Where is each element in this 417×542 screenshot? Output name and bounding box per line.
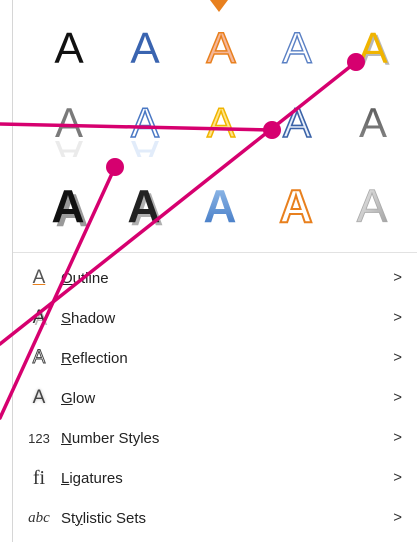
letter-a-blue-reflection-icon: A A: [130, 98, 160, 157]
svg-text:A: A: [54, 24, 84, 72]
chevron-right-icon: >: [393, 269, 402, 286]
gallery-item-black-3d[interactable]: A A: [31, 172, 107, 242]
text-effects-panel: A A A A A A A A A A A A A A A A A A A A …: [12, 0, 417, 542]
letter-a-gold-icon: A A: [358, 24, 390, 72]
ligatures-icon: fi: [32, 466, 46, 489]
menu-item-reflection[interactable]: A Reflection >: [13, 338, 417, 378]
stylistic-sets-icon: abc: [28, 509, 50, 526]
gallery-row-3: A A A A A A A: [31, 172, 411, 242]
reflection-icon: A: [32, 347, 46, 369]
gallery-item-yellow-glow[interactable]: A: [183, 92, 259, 162]
svg-text:A: A: [51, 180, 84, 232]
gallery-item-blue[interactable]: A: [107, 12, 183, 82]
svg-text:A: A: [203, 180, 236, 232]
letter-a-orange-icon: A: [206, 23, 238, 72]
menu-label-reflection: Reflection: [61, 349, 128, 367]
svg-text:A: A: [55, 132, 83, 157]
gallery-item-orange-outline-fill[interactable]: A: [183, 12, 259, 82]
chevron-right-icon: >: [393, 349, 402, 366]
gallery-item-black[interactable]: A: [31, 12, 107, 82]
letter-a-yellow-icon: A: [206, 98, 236, 147]
menu-item-ligatures[interactable]: fi Ligatures >: [13, 458, 417, 498]
menu-item-stylistic-sets[interactable]: abc Stylistic Sets >: [13, 498, 417, 538]
gallery-item-blue-outline[interactable]: A: [259, 12, 335, 82]
svg-text:A: A: [127, 180, 160, 232]
menu-item-glow[interactable]: A Glow >: [13, 378, 417, 418]
gallery-item-silver[interactable]: A: [335, 172, 411, 242]
svg-text:A: A: [131, 132, 159, 157]
menu-label-ligatures: Ligatures: [61, 469, 123, 487]
text-effects-gallery: A A A A A A A A A A A A A A A A A A A A: [13, 0, 417, 252]
chevron-right-icon: >: [393, 469, 402, 486]
svg-text:A: A: [283, 99, 311, 146]
letter-a-gray-gradient-icon: A: [359, 99, 387, 146]
svg-text:A: A: [357, 180, 388, 232]
svg-text:A: A: [282, 24, 312, 72]
gallery-item-black-shadow[interactable]: A A: [107, 172, 183, 242]
shadow-icon: A: [32, 307, 46, 328]
menu-label-stylistic-sets: Stylistic Sets: [61, 509, 147, 527]
letter-a-black-icon: A: [54, 24, 84, 72]
outline-icon: A: [32, 267, 46, 288]
glow-icon: A: [32, 387, 46, 408]
gallery-item-gray-reflection[interactable]: A A: [31, 92, 107, 162]
chevron-right-icon: >: [393, 509, 402, 526]
chevron-right-icon: >: [393, 389, 402, 406]
gallery-item-gold-shadow[interactable]: A A: [335, 12, 411, 82]
gallery-item-blue-bevel[interactable]: A: [259, 92, 335, 162]
menu-label-glow: Glow: [61, 389, 96, 407]
gallery-divider: [13, 252, 417, 253]
menu-label-outline: Outline: [61, 269, 109, 287]
menu-label-shadow: Shadow: [61, 309, 116, 327]
chevron-right-icon: >: [393, 429, 402, 446]
svg-text:A: A: [206, 24, 236, 72]
svg-text:A: A: [279, 180, 312, 232]
svg-text:A: A: [130, 24, 160, 72]
gallery-item-blue-3d[interactable]: A: [183, 172, 259, 242]
svg-text:A: A: [358, 24, 388, 72]
letter-a-blue-bevel-icon: A: [282, 98, 312, 147]
letter-a-orange-outline-icon: A: [278, 180, 313, 233]
letter-a-gray-icon: A A: [55, 99, 83, 157]
menu-item-outline[interactable]: A Outline >: [13, 258, 417, 298]
gallery-row-1: A A A A A A: [31, 12, 411, 82]
gallery-row-2: A A A A A A A: [31, 92, 411, 162]
letter-a-blue-3d-icon: A: [203, 180, 236, 232]
gallery-item-blue-reflection[interactable]: A A: [107, 92, 183, 162]
gallery-item-gray-gradient[interactable]: A: [335, 92, 411, 162]
letter-a-blue-icon: A: [130, 24, 160, 72]
letter-a-black-3d-icon: A A: [51, 180, 88, 234]
svg-text:A: A: [207, 99, 235, 146]
letter-a-blue-outline-icon: A: [282, 23, 313, 72]
gallery-item-orange-outline[interactable]: A: [259, 172, 335, 242]
letter-a-black-shadow-icon: A A: [127, 180, 163, 234]
text-effects-menu: A Outline > A Shadow > A Reflection > A …: [13, 258, 417, 538]
menu-label-number-styles: Number Styles: [61, 429, 160, 447]
menu-item-shadow[interactable]: A Shadow >: [13, 298, 417, 338]
number-styles-icon: 123: [28, 430, 50, 446]
menu-item-number-styles[interactable]: 123 Number Styles >: [13, 418, 417, 458]
svg-text:A: A: [359, 99, 387, 146]
letter-a-silver-icon: A: [356, 180, 388, 232]
chevron-right-icon: >: [393, 309, 402, 326]
